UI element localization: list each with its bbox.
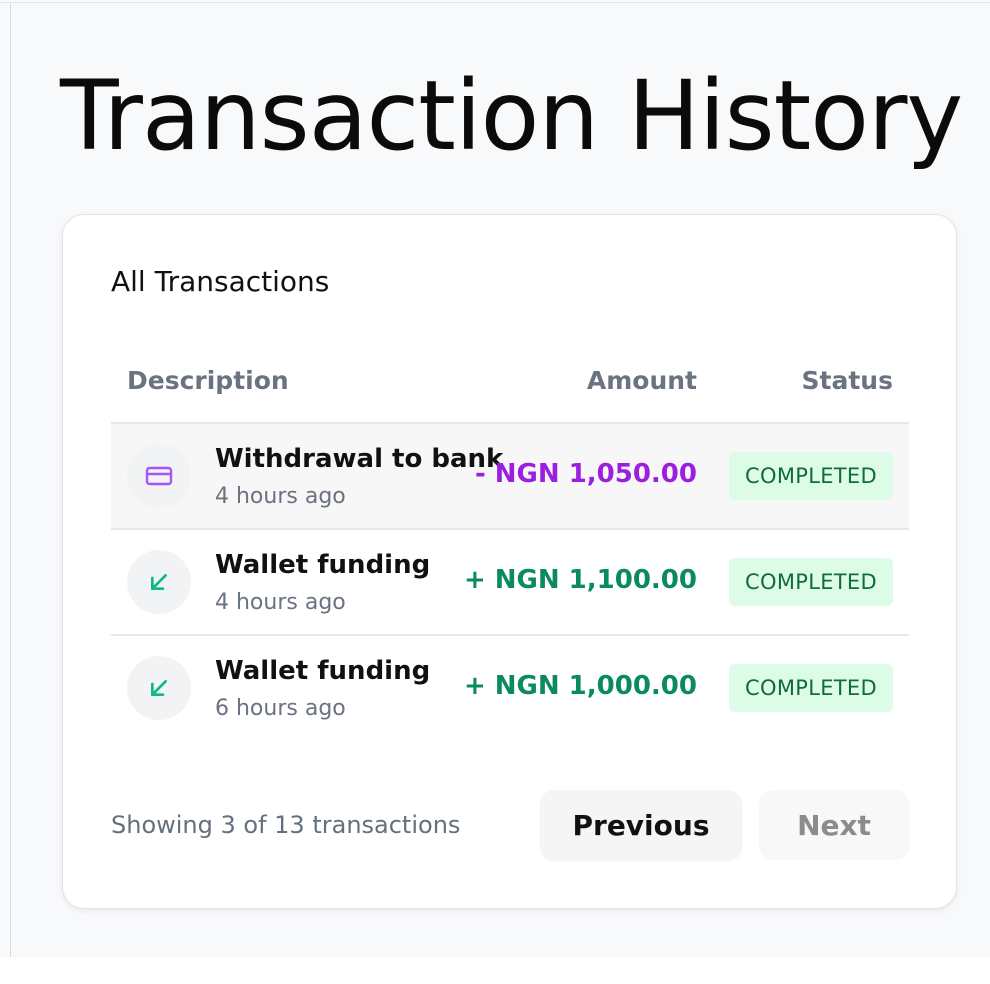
row-time: 4 hours ago [215,484,346,509]
previous-button[interactable]: Previous [540,790,742,860]
row-title: Wallet funding [215,550,431,580]
arrow-down-left-icon [127,656,191,720]
row-title: Wallet funding [215,656,431,686]
transactions-table: Description Amount Status Withdrawal to … [111,350,909,742]
page-title: Transaction History [60,60,963,172]
bottom-band [0,957,990,984]
row-amount: + NGN 1,100.00 [463,565,697,595]
table-row[interactable]: Wallet funding 6 hours ago + NGN 1,000.0… [111,636,909,742]
header-amount: Amount [586,366,697,395]
header-status: Status [801,366,893,395]
pagination-summary: Showing 3 of 13 transactions [111,811,461,839]
header-description: Description [127,366,289,395]
row-amount: - NGN 1,050.00 [474,459,697,489]
card-title: All Transactions [111,265,330,298]
table-row[interactable]: Withdrawal to bank 4 hours ago - NGN 1,0… [111,424,909,530]
status-badge: COMPLETED [729,558,893,606]
row-time: 4 hours ago [215,590,346,615]
left-divider [10,3,11,957]
arrow-down-left-icon [127,550,191,614]
table-header: Description Amount Status [111,350,909,424]
top-divider [0,2,990,3]
table-row[interactable]: Wallet funding 4 hours ago + NGN 1,100.0… [111,530,909,636]
next-button[interactable]: Next [759,790,909,860]
credit-card-icon [127,444,191,508]
status-badge: COMPLETED [729,664,893,712]
status-badge: COMPLETED [729,452,893,500]
row-title: Withdrawal to bank [215,444,504,474]
row-time: 6 hours ago [215,696,346,721]
row-amount: + NGN 1,000.00 [463,671,697,701]
transactions-card: All Transactions Description Amount Stat… [62,214,957,909]
